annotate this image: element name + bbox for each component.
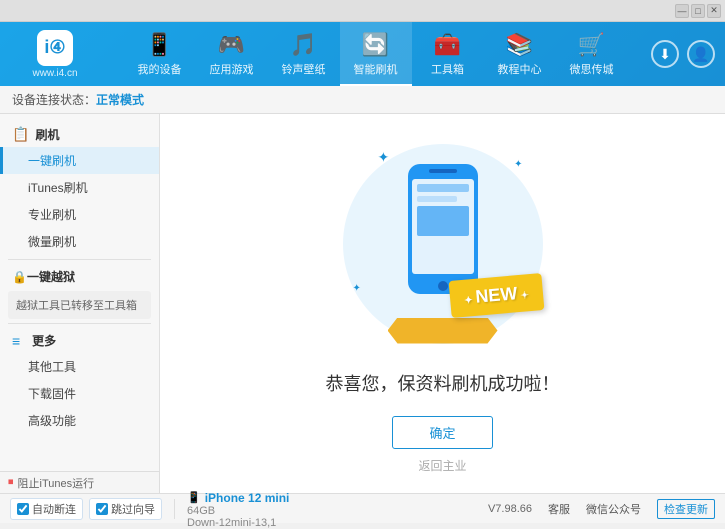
nav-item-smart-store[interactable]: 🔄 智能刷机: [340, 22, 412, 86]
back-link[interactable]: 返回主业: [418, 457, 466, 474]
jailbreak-label: 一键越狱: [27, 268, 75, 285]
nav-icon-my-device: 📱: [146, 32, 173, 58]
nav-label-wechat-store: 微思传城: [570, 61, 614, 77]
bottombar-right: V7.98.66 客服 微信公众号 检查更新: [488, 499, 715, 519]
auto-close-checkbox[interactable]: [17, 503, 29, 515]
maximize-button[interactable]: □: [691, 4, 705, 18]
sidebar-section-title-jailbreak: 🔒 一键越狱: [0, 264, 159, 289]
logo-text: www.i4.cn: [32, 68, 77, 79]
skip-guide-label: 跳过向导: [111, 501, 155, 517]
more-section-icon: ≡: [12, 333, 20, 349]
logo-icon: i④: [37, 30, 73, 66]
nav-label-smart-store: 智能刷机: [354, 61, 398, 77]
sidebar-item-download-firmware[interactable]: 下载固件: [0, 380, 159, 407]
stop-icon: ⏹: [8, 476, 14, 489]
skip-guide-checkbox-wrap[interactable]: 跳过向导: [89, 498, 162, 520]
checkbox-group: 自动断连 跳过向导: [10, 498, 162, 520]
sidebar-item-restore-flash[interactable]: 微量刷机: [0, 228, 159, 255]
success-message: 恭喜您，保资料刷机成功啦！: [326, 370, 560, 396]
status-value: 正常模式: [96, 91, 144, 108]
sidebar-section-jailbreak: 🔒 一键越狱 越狱工具已转移至工具箱: [0, 264, 159, 319]
nav-label-ringtones: 铃声壁纸: [282, 61, 326, 77]
confirm-button[interactable]: 确定: [392, 416, 492, 449]
nav-label-my-device: 我的设备: [138, 61, 182, 77]
divider-vertical: [174, 499, 175, 519]
auto-close-label: 自动断连: [32, 501, 76, 517]
nav-item-my-device[interactable]: 📱 我的设备: [124, 22, 196, 86]
auto-close-checkbox-wrap[interactable]: 自动断连: [10, 498, 83, 520]
bottom-wrapper: 自动断连 跳过向导 📱 iPhone 12 mini 64GB Down-12m…: [0, 493, 725, 523]
status-prefix: 设备连接状态：: [12, 91, 96, 108]
nav-label-apps-games: 应用游戏: [210, 61, 254, 77]
sidebar-item-pro-flash[interactable]: 专业刷机: [0, 201, 159, 228]
support-link[interactable]: 客服: [548, 501, 570, 517]
statusbar: 设备连接状态： 正常模式: [0, 86, 725, 114]
sparkle-2: ✦: [514, 159, 522, 170]
device-icon: 📱: [187, 491, 201, 504]
wechat-link[interactable]: 微信公众号: [586, 501, 641, 517]
version-label: V7.98.66: [488, 503, 532, 515]
device-name-row: 📱 iPhone 12 mini: [187, 491, 289, 505]
nav-item-ringtones[interactable]: 🎵 铃声壁纸: [268, 22, 340, 86]
nav-label-tutorials: 教程中心: [498, 61, 542, 77]
new-badge: NEW: [448, 273, 544, 318]
sidebar-item-itunes-flash[interactable]: iTunes刷机: [0, 174, 159, 201]
minimize-button[interactable]: —: [675, 4, 689, 18]
sparkle-3: ✦: [353, 283, 361, 294]
flash-section-icon: 📋: [12, 126, 29, 143]
sidebar-item-advanced[interactable]: 高级功能: [0, 407, 159, 434]
content-area: ✦ ✦ ✦ NEW 恭喜您，保资料刷机成功啦！ 确定 返回主业: [160, 114, 725, 493]
nav-item-tutorials[interactable]: 📚 教程中心: [484, 22, 556, 86]
nav-icon-smart-store: 🔄: [362, 32, 389, 58]
nav-item-wechat-store[interactable]: 🛒 微思传城: [556, 22, 628, 86]
download-button[interactable]: ⬇: [651, 40, 679, 68]
sidebar-section-flash: 📋 刷机 一键刷机 iTunes刷机 专业刷机 微量刷机: [0, 122, 159, 255]
logo-area: i④ www.i4.cn: [10, 30, 100, 79]
sidebar-item-one-click-flash[interactable]: 一键刷机: [0, 147, 159, 174]
bottombar: 自动断连 跳过向导 📱 iPhone 12 mini 64GB Down-12m…: [0, 493, 725, 523]
ribbon: [388, 318, 498, 344]
sidebar-section-more: ≡ 更多 其他工具 下载固件 高级功能: [0, 328, 159, 434]
lock-icon: 🔒: [12, 270, 27, 284]
itunes-bar[interactable]: ⏹ 阻止iTunes运行: [0, 471, 160, 493]
nav-items: 📱 我的设备 🎮 应用游戏 🎵 铃声壁纸 🔄 智能刷机 🧰 工具箱 📚 教程中心 🛒 微思传城: [100, 22, 651, 86]
sidebar-section-title-flash: 📋 刷机: [0, 122, 159, 147]
nav-icon-toolbox: 🧰: [434, 32, 461, 58]
jailbreak-notice: 越狱工具已转移至工具箱: [8, 291, 151, 319]
device-storage: 64GB: [187, 505, 289, 517]
checkboxes-row: 自动断连 跳过向导: [10, 498, 162, 520]
flash-section-label: 刷机: [35, 126, 59, 143]
user-button[interactable]: 👤: [687, 40, 715, 68]
nav-label-toolbox: 工具箱: [431, 61, 464, 77]
update-button[interactable]: 检查更新: [657, 499, 715, 519]
divider-1: [8, 259, 151, 260]
success-illustration: ✦ ✦ ✦ NEW: [333, 134, 553, 354]
main-area: 📋 刷机 一键刷机 iTunes刷机 专业刷机 微量刷机 🔒 一键越狱 越狱工具…: [0, 114, 725, 493]
header: i④ www.i4.cn 📱 我的设备 🎮 应用游戏 🎵 铃声壁纸 🔄 智能刷机 🧰 工具箱 📚 教程…: [0, 22, 725, 86]
titlebar: — □ ✕: [0, 0, 725, 22]
sparkle-1: ✦: [378, 149, 390, 166]
sidebar-item-other-tools[interactable]: 其他工具: [0, 353, 159, 380]
nav-item-apps-games[interactable]: 🎮 应用游戏: [196, 22, 268, 86]
divider-2: [8, 323, 151, 324]
nav-icon-ringtones: 🎵: [290, 32, 317, 58]
jailbreak-notice-text: 越狱工具已转移至工具箱: [16, 300, 137, 312]
nav-item-toolbox[interactable]: 🧰 工具箱: [412, 22, 484, 86]
nav-right: ⬇ 👤: [651, 40, 715, 68]
sidebar-section-title-more: ≡ 更多: [0, 328, 159, 353]
skip-guide-checkbox[interactable]: [96, 503, 108, 515]
close-button[interactable]: ✕: [707, 4, 721, 18]
more-section-label: 更多: [32, 332, 56, 349]
nav-icon-wechat-store: 🛒: [578, 32, 605, 58]
itunes-label: 阻止iTunes运行: [18, 475, 95, 491]
nav-icon-tutorials: 📚: [506, 32, 533, 58]
nav-icon-apps-games: 🎮: [218, 32, 245, 58]
sidebar: 📋 刷机 一键刷机 iTunes刷机 专业刷机 微量刷机 🔒 一键越狱 越狱工具…: [0, 114, 160, 493]
device-name: iPhone 12 mini: [205, 491, 290, 505]
